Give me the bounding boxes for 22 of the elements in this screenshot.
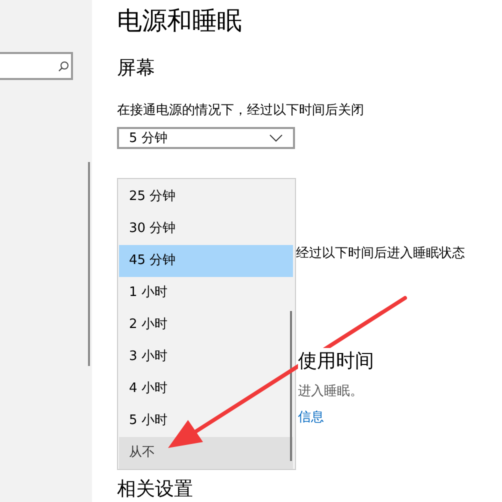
dropdown-option[interactable]: 30 分钟 [119,213,293,245]
page-title: 电源和睡眠 [117,5,243,37]
dropdown-option[interactable]: 1 小时 [119,277,293,309]
dropdown-option[interactable]: 3 小时 [119,341,293,373]
setting-label: 在接通电源的情况下，经过以下时间后关闭 [117,102,365,119]
search-icon [58,60,69,72]
section-heading: 相关设置 [117,477,194,502]
dropdown-option[interactable]: 5 小时 [119,405,293,437]
time-dropdown[interactable]: 5 分钟 [117,127,295,149]
chevron-down-icon [269,134,283,142]
description-text: 进入睡眠。 [298,383,363,400]
dropdown-option[interactable]: 2 小时 [119,309,293,341]
dropdown-option[interactable]: 从不 [119,437,293,469]
dropdown-option[interactable]: 25 分钟 [119,181,293,213]
section-heading: 屏幕 [117,56,156,81]
dropdown-option[interactable]: 45 分钟 [119,245,293,277]
setting-label: 经过以下时间后进入睡眠状态 [296,245,465,262]
scrollbar[interactable] [290,311,292,461]
info-link[interactable]: 信息 [298,408,324,426]
search-field[interactable] [0,52,73,80]
dropdown-option[interactable]: 4 小时 [119,373,293,405]
scrollbar[interactable] [88,162,90,366]
